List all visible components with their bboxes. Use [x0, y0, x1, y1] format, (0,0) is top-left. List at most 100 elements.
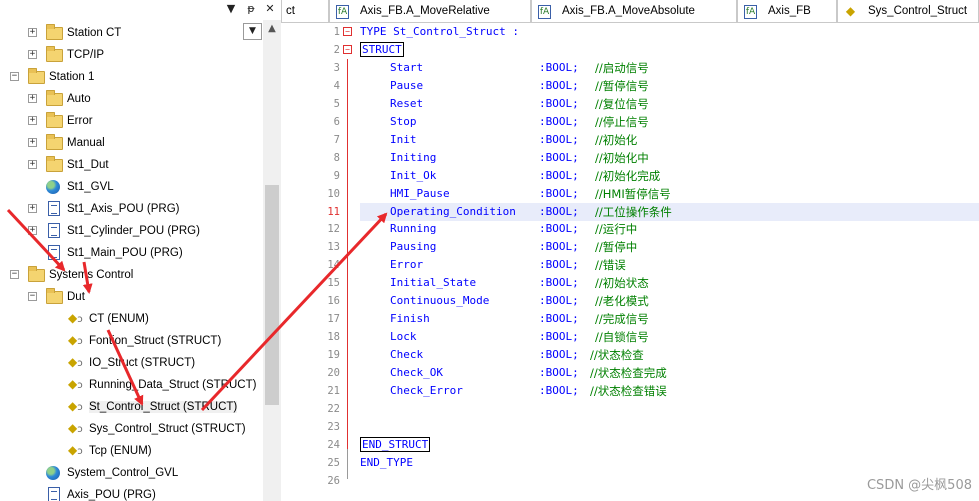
project-tree-pane: ▼ ᵽ ✕ + Station CT + TCP/IP − Station 1 + Auto +… — [0, 0, 281, 501]
code-line[interactable]: Lock:BOOL; //自锁信号 — [360, 328, 979, 346]
pane-menu-dropdown-icon[interactable]: ▼ — [224, 2, 238, 16]
field-comment: //暂停中 — [595, 240, 638, 255]
code-line[interactable]: END_STRUCT — [360, 436, 979, 454]
code-line[interactable]: Check_OK:BOOL; //状态检查完成 — [360, 364, 979, 382]
fold-toggle-icon[interactable]: − — [343, 27, 352, 36]
code-line[interactable]: Pausing:BOOL; //暂停中 — [360, 238, 979, 256]
expand-icon[interactable]: + — [28, 94, 37, 103]
field-type: :BOOL; — [539, 240, 579, 254]
field-name: Start — [390, 60, 424, 74]
code-line[interactable]: Check:BOOL; //状态检查 — [360, 346, 979, 364]
tree-item[interactable]: ◆ↄ Running_Data_Struct (STRUCT) — [0, 375, 263, 397]
tree-item[interactable]: ◆ↄ Tcp (ENUM) — [0, 441, 263, 463]
code-line[interactable]: Continuous_Mode:BOOL; //老化模式 — [360, 292, 979, 310]
code-area[interactable]: TYPE St_Control_Struct : STRUCT Start:BOOL… — [360, 23, 979, 501]
pin-icon[interactable]: ᵽ — [244, 2, 258, 16]
tree-item[interactable]: + Station CT — [0, 23, 263, 45]
scroll-up-arrow-icon[interactable]: ▲ — [263, 20, 281, 38]
tree-item[interactable]: St1_Main_POU (PRG) — [0, 243, 263, 265]
code-line[interactable]: END_TYPE — [360, 454, 979, 472]
tree-item-label: Systems Control — [49, 269, 134, 281]
code-line[interactable]: Operating_Condition:BOOL; //工位操作条件 — [360, 202, 979, 221]
folder-icon — [46, 134, 64, 151]
code-line[interactable]: Finish:BOOL; //完成信号 — [360, 310, 979, 328]
expand-icon[interactable]: + — [28, 226, 37, 235]
field-type: :BOOL; — [539, 204, 579, 218]
field-comment: //运行中 — [595, 222, 638, 237]
tree-item[interactable]: + TCP/IP — [0, 45, 263, 67]
tree-item[interactable]: Axis_POU (PRG) — [0, 485, 263, 501]
close-icon[interactable]: ✕ — [263, 2, 277, 16]
code-line[interactable]: HMI_Pause:BOOL; //HMI暂停信号 — [360, 185, 979, 203]
tree-item[interactable]: + St1_Dut — [0, 155, 263, 177]
expand-icon[interactable]: + — [28, 50, 37, 59]
code-line[interactable]: Check_Error:BOOL; //状态检查错误 — [360, 382, 979, 400]
code-line[interactable]: Init:BOOL; //初始化 — [360, 131, 979, 149]
code-line[interactable]: Stop:BOOL; //停止信号 — [360, 113, 979, 131]
editor-tab[interactable]: ◆ Sys_Control_Struct — [837, 0, 979, 22]
tree-pane-header: ▼ ᵽ ✕ — [0, 0, 281, 20]
code-line[interactable]: Start:BOOL; //启动信号 — [360, 59, 979, 77]
field-name: HMI_Pause — [390, 186, 450, 200]
code-line[interactable]: Error:BOOL; //错误 — [360, 256, 979, 274]
collapse-icon[interactable]: − — [10, 72, 19, 81]
tree-item-label: Axis_POU (PRG) — [67, 489, 156, 501]
struct-icon: ◆ↄ — [68, 377, 83, 391]
collapse-icon[interactable]: − — [10, 270, 19, 279]
editor-tab[interactable]: fA Axis_FB.A_MoveRelative — [329, 0, 531, 22]
editor-tab[interactable]: fA Axis_FB.A_MoveAbsolute — [531, 0, 737, 22]
code-line[interactable]: Reset:BOOL; //复位信号 — [360, 95, 979, 113]
end-struct-keyword: END_STRUCT — [360, 436, 431, 452]
field-name: Running — [390, 222, 437, 236]
folder-icon — [46, 46, 64, 63]
code-line[interactable]: Pause:BOOL; //暂停信号 — [360, 77, 979, 95]
scrollbar-thumb[interactable] — [265, 185, 279, 405]
tree-item[interactable]: + Error — [0, 111, 263, 133]
line-number: 19 — [327, 349, 340, 362]
field-comment: //初始化中 — [595, 150, 649, 165]
tree-item[interactable]: + St1_Cylinder_POU (PRG) — [0, 221, 263, 243]
tree-item[interactable]: ◆ↄ Sys_Control_Struct (STRUCT) — [0, 419, 263, 441]
tree-item[interactable]: ◆ↄ CT (ENUM) — [0, 309, 263, 331]
tree-item[interactable]: − Station 1 — [0, 67, 263, 89]
line-number: 16 — [327, 295, 340, 308]
tree-item[interactable]: − Dut — [0, 287, 263, 309]
tree-item[interactable]: − Systems Control — [0, 265, 263, 287]
code-line[interactable]: TYPE St_Control_Struct : — [360, 23, 979, 41]
code-line[interactable]: Running:BOOL; //运行中 — [360, 220, 979, 238]
expand-icon[interactable]: + — [28, 138, 37, 147]
tree-item-label: St1_Cylinder_POU (PRG) — [67, 225, 200, 237]
tree-item-label: Running_Data_Struct (STRUCT) — [89, 379, 257, 391]
code-line[interactable]: STRUCT — [360, 41, 979, 59]
line-number: 24 — [327, 438, 340, 451]
tree-item[interactable]: + Manual — [0, 133, 263, 155]
editor-tab[interactable]: ct — [281, 0, 329, 22]
expand-icon[interactable]: + — [28, 116, 37, 125]
tree-item[interactable]: ◆ↄ Fontion_Struct (STRUCT) — [0, 331, 263, 353]
expand-icon[interactable]: + — [28, 160, 37, 169]
tab-label: Axis_FB.A_MoveAbsolute — [562, 5, 695, 17]
code-line[interactable]: Initial_State:BOOL; //初始状态 — [360, 274, 979, 292]
field-type: :BOOL; — [539, 312, 579, 326]
code-line[interactable]: Init_Ok:BOOL; //初始化完成 — [360, 167, 979, 185]
editor-tab[interactable]: fA Axis_FB — [737, 0, 837, 22]
expand-icon[interactable]: + — [28, 204, 37, 213]
tree-item[interactable]: St1_GVL — [0, 177, 263, 199]
field-comment: //状态检查 — [590, 348, 644, 363]
collapse-icon[interactable]: − — [28, 292, 37, 301]
tab-label: Sys_Control_Struct — [868, 5, 968, 17]
tree-item[interactable]: ◆ↄ IO_Struct (STRUCT) — [0, 353, 263, 375]
tree-item[interactable]: + St1_Axis_POU (PRG) — [0, 199, 263, 221]
fold-toggle-icon[interactable]: − — [343, 44, 352, 54]
code-editor[interactable]: 1 2 3 4 5 6 7 8 9 10 11 12 13 14 15 16 17 18 19 20 21 22 23 24 2… — [281, 23, 979, 501]
tree-item[interactable]: System_Control_GVL — [0, 463, 263, 485]
code-line[interactable]: Initing:BOOL; //初始化中 — [360, 149, 979, 167]
tree-item[interactable]: + Auto — [0, 89, 263, 111]
field-type: :BOOL; — [539, 168, 579, 182]
line-number: 1 — [333, 26, 340, 38]
expand-icon[interactable]: + — [28, 28, 37, 37]
tree-vertical-scrollbar[interactable]: ▲ — [263, 20, 281, 501]
field-comment: //自锁信号 — [595, 330, 649, 345]
tree-item[interactable]: ◆ↄ St_Control_Struct (STRUCT) — [0, 397, 263, 419]
combo-dropdown-button[interactable]: ▼ — [243, 23, 262, 40]
